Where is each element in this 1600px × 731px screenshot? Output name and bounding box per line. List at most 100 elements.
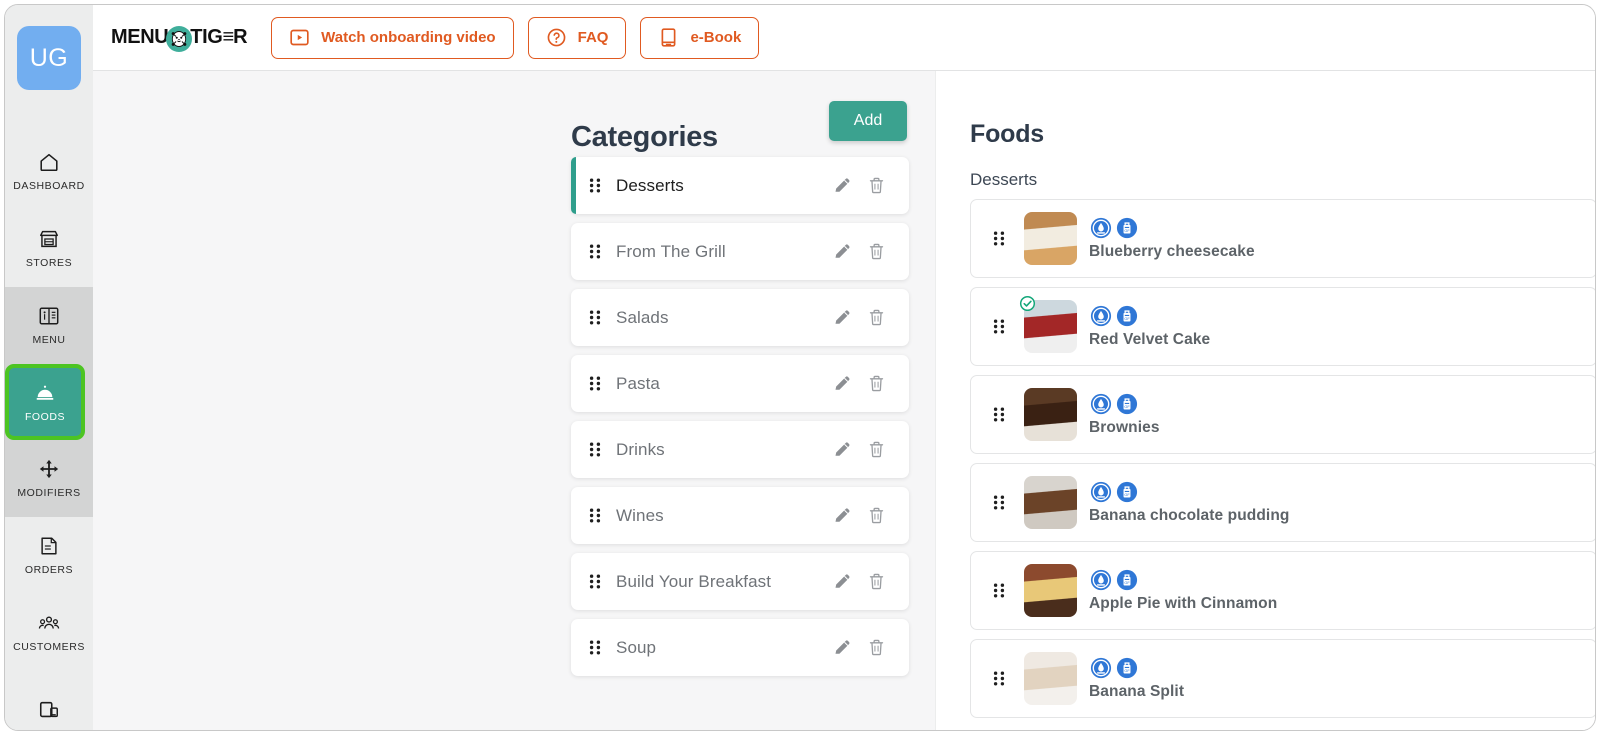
sidebar-item-foods[interactable]: FOODS	[5, 364, 85, 440]
sidebar-item-stores[interactable]: STORES	[5, 210, 93, 287]
food-row[interactable]: GF Banana Split	[970, 639, 1595, 718]
vegan-badge-icon[interactable]	[1090, 217, 1112, 239]
avatar[interactable]: UG	[17, 26, 81, 90]
allergen-badge-icon[interactable]: GF	[1116, 305, 1138, 327]
svg-text:GF: GF	[1124, 229, 1130, 233]
food-row[interactable]: GF Blueberry cheesecake	[970, 199, 1595, 278]
sidebar-item-label: MENU	[32, 334, 66, 346]
edit-category-button[interactable]	[825, 307, 859, 328]
vegan-badge-icon[interactable]	[1090, 393, 1112, 415]
sidebar-item-modifiers[interactable]: MODIFIERS	[5, 440, 93, 517]
play-video-icon	[289, 27, 310, 48]
food-thumbnail-wrapper	[1024, 212, 1077, 265]
drag-handle-icon[interactable]	[993, 582, 1006, 599]
drag-handle-icon[interactable]	[589, 573, 602, 590]
food-body: GF Blueberry cheesecake	[1089, 217, 1255, 261]
food-row[interactable]: GF Banana chocolate pudding	[970, 463, 1595, 542]
faq-button[interactable]: FAQ	[527, 16, 627, 59]
ebook-button[interactable]: e-Book	[640, 16, 760, 59]
allergen-badge-icon[interactable]: GF	[1116, 393, 1138, 415]
delete-category-button[interactable]	[859, 175, 893, 196]
svg-text:GF: GF	[1124, 581, 1130, 585]
allergen-badge-icon[interactable]: GF	[1116, 217, 1138, 239]
add-category-button[interactable]: Add	[829, 101, 907, 141]
svg-text:GF: GF	[1124, 317, 1130, 321]
drag-handle-icon[interactable]	[589, 639, 602, 656]
allergen-badge-icon[interactable]: GF	[1116, 481, 1138, 503]
food-body: GF Red Velvet Cake	[1089, 305, 1210, 349]
delete-category-button[interactable]	[859, 439, 893, 460]
sidebar-item-devices[interactable]	[5, 671, 93, 730]
logo-text-e: ≡	[222, 26, 234, 48]
sidebar-item-label: MODIFIERS	[17, 487, 81, 499]
sidebar-item-customers[interactable]: CUSTOMERS	[5, 594, 93, 671]
allergen-badge-icon[interactable]: GF	[1116, 569, 1138, 591]
drag-handle-icon[interactable]	[993, 406, 1006, 423]
delete-category-button[interactable]	[859, 571, 893, 592]
delete-category-button[interactable]	[859, 373, 893, 394]
drag-handle-icon[interactable]	[589, 177, 602, 194]
category-row[interactable]: Wines	[571, 487, 909, 544]
logo-text-left: MENU	[111, 26, 169, 48]
edit-category-button[interactable]	[825, 241, 859, 262]
food-row[interactable]: GF Brownies	[970, 375, 1595, 454]
food-row[interactable]: GF Red Velvet Cake	[970, 287, 1595, 366]
food-name: Red Velvet Cake	[1089, 330, 1211, 348]
sidebar-item-menu[interactable]: MENU	[5, 287, 93, 364]
drag-handle-icon[interactable]	[993, 230, 1006, 247]
vegan-badge-icon[interactable]	[1090, 481, 1112, 503]
delete-category-button[interactable]	[859, 637, 893, 658]
sidebar-nav: DASHBOARD STORES MENU FOODS MODIFIERS ORDERS C…	[5, 133, 93, 730]
category-row[interactable]: Soup	[571, 619, 909, 676]
food-badges: GF	[1089, 481, 1289, 503]
vegan-badge-icon[interactable]	[1090, 657, 1112, 679]
drag-handle-icon[interactable]	[589, 375, 602, 392]
edit-category-button[interactable]	[825, 373, 859, 394]
category-row[interactable]: Salads	[571, 289, 909, 346]
watch-onboarding-video-label: Watch onboarding video	[321, 29, 496, 46]
edit-category-button[interactable]	[825, 175, 859, 196]
drag-handle-icon[interactable]	[589, 441, 602, 458]
category-row[interactable]: Desserts	[571, 157, 909, 214]
edit-category-button[interactable]	[825, 571, 859, 592]
trash-icon	[869, 441, 883, 458]
faq-label: FAQ	[577, 29, 609, 46]
menu-book-icon	[39, 307, 59, 325]
drag-handle-icon[interactable]	[589, 309, 602, 326]
drag-handle-icon[interactable]	[993, 318, 1006, 335]
food-thumbnail-wrapper	[1024, 388, 1077, 441]
allergen-badge-icon[interactable]: GF	[1116, 657, 1138, 679]
foods-subtitle: Desserts	[970, 170, 1038, 189]
watch-onboarding-video-button[interactable]: Watch onboarding video	[271, 16, 514, 59]
sidebar-item-dashboard[interactable]: DASHBOARD	[5, 133, 93, 210]
delete-category-button[interactable]	[859, 505, 893, 526]
ebook-label: e-Book	[690, 29, 742, 46]
delete-category-button[interactable]	[859, 241, 893, 262]
drag-handle-icon[interactable]	[993, 670, 1006, 687]
food-badges: GF	[1089, 305, 1210, 327]
sidebar-group-shaded: MENU FOODS MODIFIERS	[5, 287, 93, 517]
food-thumbnail-wrapper	[1024, 476, 1077, 529]
vegan-badge-icon[interactable]	[1090, 305, 1112, 327]
category-name: Pasta	[616, 373, 660, 393]
category-row[interactable]: Drinks	[571, 421, 909, 478]
devices-icon	[39, 701, 58, 717]
category-row[interactable]: Pasta	[571, 355, 909, 412]
vegan-badge-icon[interactable]	[1090, 569, 1112, 591]
category-name: Drinks	[616, 439, 665, 459]
food-row[interactable]: GF Apple Pie with Cinnamon	[970, 551, 1595, 630]
drag-handle-icon[interactable]	[589, 243, 602, 260]
sidebar-item-orders[interactable]: ORDERS	[5, 517, 93, 594]
edit-category-button[interactable]	[825, 505, 859, 526]
edit-category-button[interactable]	[825, 439, 859, 460]
category-row[interactable]: Build Your Breakfast	[571, 553, 909, 610]
app-root: UG DASHBOARD STORES MENU FOODS MODIFIERS ORDE…	[0, 0, 1600, 731]
logo-text-right: TIG	[190, 26, 223, 48]
logo-text-tail: R	[233, 26, 248, 48]
svg-text:GF: GF	[1124, 493, 1130, 497]
drag-handle-icon[interactable]	[993, 494, 1006, 511]
category-row[interactable]: From The Grill	[571, 223, 909, 280]
edit-category-button[interactable]	[825, 637, 859, 658]
drag-handle-icon[interactable]	[589, 507, 602, 524]
delete-category-button[interactable]	[859, 307, 893, 328]
